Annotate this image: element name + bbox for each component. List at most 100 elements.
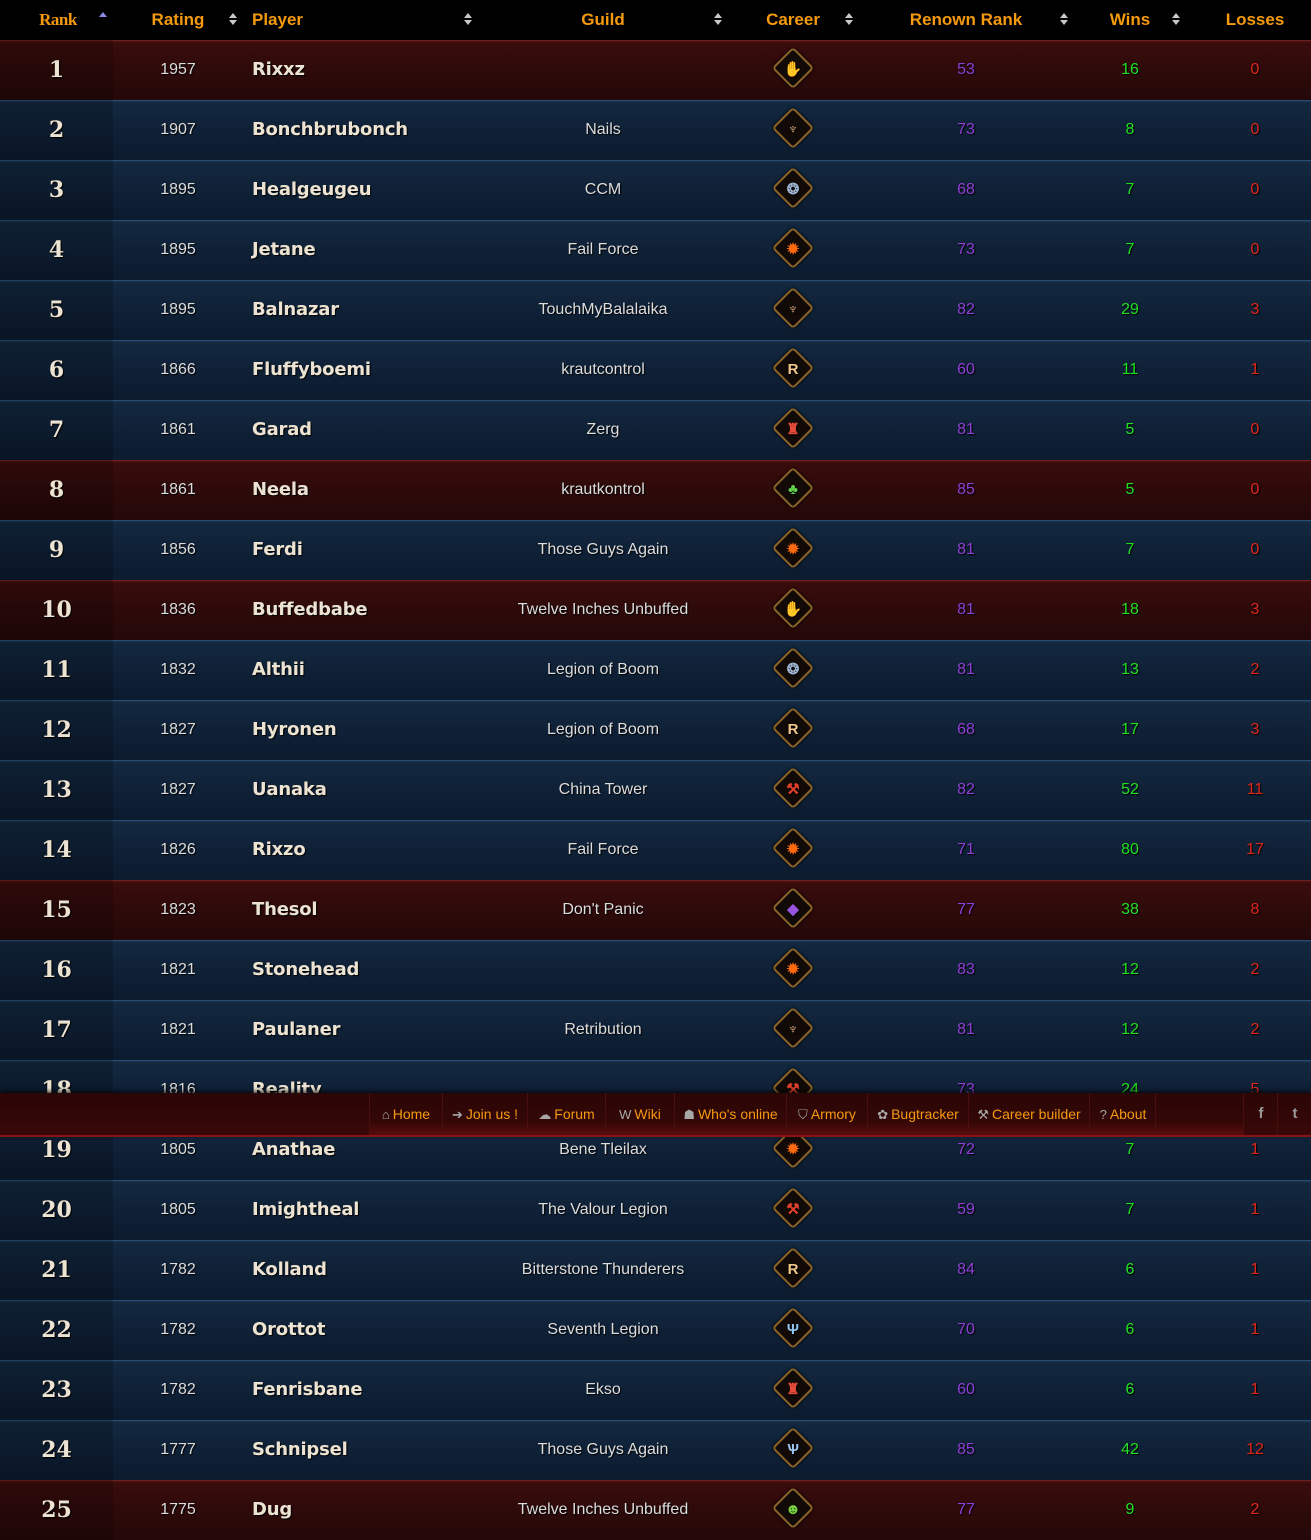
table-row[interactable]: 11 1832 Althii Legion of Boom ❂ 81 13 2 <box>0 640 1311 700</box>
guild-name-link[interactable]: Legion of Boom <box>453 700 753 760</box>
header-losses[interactable]: Losses <box>1215 0 1295 40</box>
guild-name-link[interactable]: Zerg <box>453 400 753 460</box>
sort-ascending-icon[interactable] <box>99 12 107 28</box>
header-rank[interactable]: Rank <box>18 0 98 40</box>
guild-name-link[interactable]: Twelve Inches Unbuffed <box>453 1480 753 1540</box>
trident-icon[interactable]: Ψ <box>770 1300 816 1360</box>
lion-head-icon[interactable]: ❂ <box>770 160 816 220</box>
table-row[interactable]: 5 1895 Balnazar TouchMyBalalaika ♆ 82 29… <box>0 280 1311 340</box>
guild-name-link[interactable]: Nails <box>453 100 753 160</box>
sort-icon[interactable] <box>714 12 722 28</box>
sun-icon[interactable]: ✹ <box>770 940 816 1000</box>
guild-name-link[interactable]: krautcontrol <box>453 340 753 400</box>
purple-claw-icon[interactable]: ✋ <box>770 580 816 640</box>
shaman-leaf-icon[interactable]: ♣ <box>770 460 816 520</box>
header-player[interactable]: Player <box>252 0 316 40</box>
header-wins[interactable]: Wins <box>1090 0 1170 40</box>
table-row[interactable]: 9 1856 Ferdi Those Guys Again ✹ 81 7 0 <box>0 520 1311 580</box>
warrior-priest-icon[interactable]: ♆ <box>770 280 816 340</box>
nav-wiki[interactable]: W Wiki <box>605 1093 674 1135</box>
table-row[interactable]: 24 1777 Schnipsel Those Guys Again Ѱ 85 … <box>0 1420 1311 1480</box>
guild-name-link[interactable]: The Valour Legion <box>453 1180 753 1240</box>
renown-rank-value: 84 <box>957 1261 975 1278</box>
rune-icon[interactable]: R <box>770 700 816 760</box>
table-row[interactable]: 21 1782 Kolland Bitterstone Thunderers R… <box>0 1240 1311 1300</box>
facebook-icon[interactable]: f <box>1243 1093 1278 1135</box>
guild-name-link[interactable]: Those Guys Again <box>453 1420 753 1480</box>
wins-value: 16 <box>1121 61 1139 78</box>
table-row[interactable]: 23 1782 Fenrisbane Ekso ♜ 60 6 1 <box>0 1360 1311 1420</box>
sort-icon[interactable] <box>845 12 853 28</box>
ironbreaker-icon[interactable]: ♜ <box>770 1360 816 1420</box>
purple-crystal-icon[interactable]: ◆ <box>770 880 816 940</box>
nav-who-s-online[interactable]: ☗ Who's online <box>674 1093 786 1135</box>
warrior-priest-icon[interactable]: ♆ <box>770 1000 816 1060</box>
header-renown-rank[interactable]: Renown Rank <box>896 0 1036 40</box>
nav-bugtracker[interactable]: ✿ Bugtracker <box>867 1093 968 1135</box>
guild-name-link[interactable]: Retribution <box>453 1000 753 1060</box>
sun-icon[interactable]: ✹ <box>770 520 816 580</box>
nav-armory[interactable]: ⛉ Armory <box>786 1093 867 1135</box>
warrior-priest-icon[interactable]: ♆ <box>770 100 816 160</box>
guild-name-link[interactable]: China Tower <box>453 760 753 820</box>
table-row[interactable]: 17 1821 Paulaner Retribution ♆ 81 12 2 <box>0 1000 1311 1060</box>
table-row[interactable]: 3 1895 Healgeugeu CCM ❂ 68 7 0 <box>0 160 1311 220</box>
rune-icon[interactable]: R <box>770 1240 816 1300</box>
sort-icon[interactable] <box>1172 12 1180 28</box>
table-row[interactable]: 2 1907 Bonchbrubonch Nails ♆ 73 8 0 <box>0 100 1311 160</box>
guild-name-link[interactable]: Don't Panic <box>453 880 753 940</box>
guild-name-link[interactable]: Seventh Legion <box>453 1300 753 1360</box>
guild-name-link[interactable]: TouchMyBalalaika <box>453 280 753 340</box>
table-row[interactable]: 10 1836 Buffedbabe Twelve Inches Unbuffe… <box>0 580 1311 640</box>
red-axe-icon[interactable]: ⚒ <box>770 1180 816 1240</box>
rating-value: 1782 <box>160 1381 196 1398</box>
losses-value: 0 <box>1250 481 1260 498</box>
header-rating[interactable]: Rating <box>128 0 228 40</box>
rank-value: 7 <box>48 417 65 443</box>
table-row[interactable]: 16 1821 Stonehead ✹ 83 12 2 <box>0 940 1311 1000</box>
table-row[interactable]: 20 1805 Imightheal The Valour Legion ⚒ 5… <box>0 1180 1311 1240</box>
nav-career-builder[interactable]: ⚒ Career builder <box>968 1093 1089 1135</box>
lion-head-icon[interactable]: ❂ <box>770 640 816 700</box>
sort-icon[interactable] <box>1060 12 1068 28</box>
sort-icon[interactable] <box>229 12 237 28</box>
nav-forum[interactable]: ☁ Forum <box>527 1093 605 1135</box>
table-row[interactable]: 8 1861 Neela krautkontrol ♣ 85 5 0 <box>0 460 1311 520</box>
table-row[interactable]: 7 1861 Garad Zerg ♜ 81 5 0 <box>0 400 1311 460</box>
header-guild[interactable]: Guild <box>553 0 653 40</box>
table-row[interactable]: 14 1826 Rixzo Fail Force ✹ 71 80 17 <box>0 820 1311 880</box>
guild-name-link[interactable]: Fail Force <box>453 220 753 280</box>
table-row[interactable]: 25 1775 Dug Twelve Inches Unbuffed ☻ 77 … <box>0 1480 1311 1540</box>
twitter-icon[interactable]: t <box>1277 1093 1311 1135</box>
guild-name-link[interactable]: Fail Force <box>453 820 753 880</box>
guild-name-link[interactable]: Bitterstone Thunderers <box>453 1240 753 1300</box>
guild-name-link[interactable]: Those Guys Again <box>453 520 753 580</box>
sun-icon[interactable]: ✹ <box>770 820 816 880</box>
nav-about[interactable]: ? About <box>1089 1093 1156 1135</box>
guild-name-link[interactable]: krautkontrol <box>453 460 753 520</box>
nav-home[interactable]: ⌂ Home <box>369 1093 442 1135</box>
sort-icon[interactable] <box>464 12 472 28</box>
ironbreaker-icon[interactable]: ♜ <box>770 400 816 460</box>
table-row[interactable]: 6 1866 Fluffyboemi krautcontrol R 60 11 … <box>0 340 1311 400</box>
table-row[interactable]: 4 1895 Jetane Fail Force ✹ 73 7 0 <box>0 220 1311 280</box>
table-row[interactable]: 22 1782 Orottot Seventh Legion Ψ 70 6 1 <box>0 1300 1311 1360</box>
table-row[interactable]: 1 1957 Rixxz ✋ 53 16 0 <box>0 40 1311 100</box>
guild-name-link[interactable]: Twelve Inches Unbuffed <box>453 580 753 640</box>
table-row[interactable]: 15 1823 Thesol Don't Panic ◆ 77 38 8 <box>0 880 1311 940</box>
table-row[interactable]: 13 1827 Uanaka China Tower ⚒ 82 52 11 <box>0 760 1311 820</box>
red-axe-icon[interactable]: ⚒ <box>770 760 816 820</box>
rune-icon[interactable]: R <box>770 340 816 400</box>
skeletal-hand-icon[interactable]: ✋ <box>770 40 816 100</box>
winged-blade-icon[interactable]: Ѱ <box>770 1420 816 1480</box>
guild-name-link[interactable] <box>453 40 753 100</box>
sun-icon[interactable]: ✹ <box>770 220 816 280</box>
guild-name-link[interactable]: CCM <box>453 160 753 220</box>
guild-name-link[interactable]: Ekso <box>453 1360 753 1420</box>
guild-name-link[interactable] <box>453 940 753 1000</box>
nav-join-us[interactable]: ➔ Join us ! <box>442 1093 527 1135</box>
table-row[interactable]: 12 1827 Hyronen Legion of Boom R 68 17 3 <box>0 700 1311 760</box>
header-career[interactable]: Career <box>743 0 843 40</box>
orc-face-icon[interactable]: ☻ <box>770 1480 816 1540</box>
guild-name-link[interactable]: Legion of Boom <box>453 640 753 700</box>
